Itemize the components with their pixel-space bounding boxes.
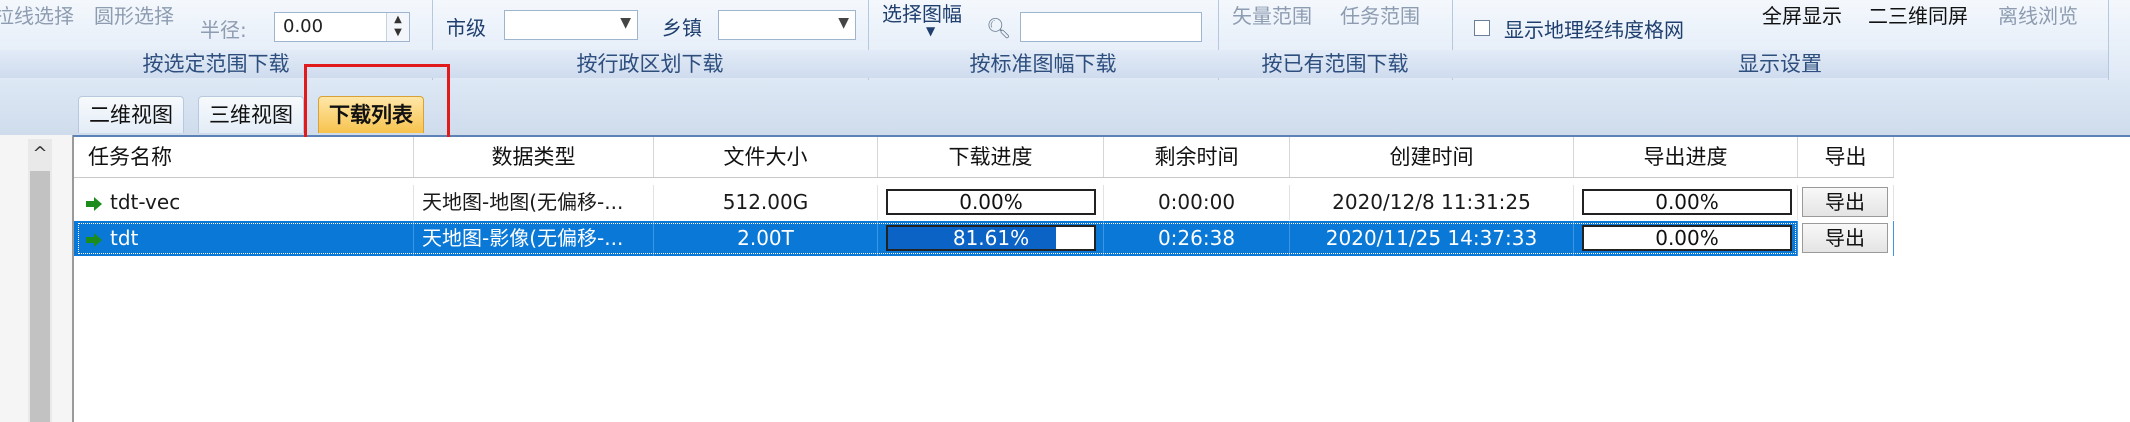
task-name: tdt <box>110 226 139 250</box>
sheet-search-input[interactable] <box>1020 12 1202 42</box>
radius-spinner[interactable]: 0.00 ▲ ▼ <box>274 12 410 42</box>
export-cell: 导出 <box>1798 185 1894 220</box>
export-progress-text: 0.00% <box>1655 190 1719 214</box>
group-label-existing-range: 按已有范围下载 <box>1218 50 1452 78</box>
export-progress-bar: 0.00% <box>1582 189 1792 215</box>
data-type-cell: 天地图-地图(无偏移-... <box>414 185 654 220</box>
task-range-button[interactable]: 任务范围 <box>1340 0 1420 29</box>
tab-2d-view[interactable]: 二维视图 <box>78 96 184 133</box>
vector-range-button[interactable]: 矢量范围 <box>1232 0 1312 29</box>
circle-select-button[interactable]: 圆形选择 <box>94 0 174 29</box>
export-button[interactable]: 导出 <box>1802 223 1888 253</box>
data-type-cell: 天地图-影像(无偏移-... <box>414 221 654 256</box>
line-select-button[interactable]: 拉线选择 <box>0 0 74 29</box>
column-header-remaining-time[interactable]: 剩余时间 <box>1104 137 1290 177</box>
fullscreen-button[interactable]: 全屏显示 <box>1762 0 1842 29</box>
table-row[interactable]: tdt-vec 天地图-地图(无偏移-... 512.00G 0.00% 0:0… <box>74 185 1894 220</box>
radius-label: 半径: <box>200 18 247 42</box>
chevron-down-icon: ▼ <box>838 15 849 31</box>
column-header-export[interactable]: 导出 <box>1798 137 1894 177</box>
column-header-file-size[interactable]: 文件大小 <box>654 137 878 177</box>
download-progress-cell: 81.61% <box>878 221 1104 256</box>
grid-header: 任务名称 数据类型 文件大小 下载进度 剩余时间 创建时间 导出进度 导出 <box>74 137 1894 178</box>
chevron-down-icon: ▼ <box>620 15 631 31</box>
export-button[interactable]: 导出 <box>1802 187 1888 217</box>
created-time-cell: 2020/12/8 11:31:25 <box>1290 185 1574 220</box>
column-header-data-type[interactable]: 数据类型 <box>414 137 654 177</box>
town-select[interactable]: ▼ <box>718 10 856 40</box>
file-size-cell: 2.00T <box>654 221 878 256</box>
ribbon-group-standard-sheet: 选择图幅 ▼ 🔍︎ 按标准图幅下载 <box>868 0 1219 80</box>
export-cell: 导出 <box>1798 221 1894 256</box>
task-name-cell: tdt-vec <box>74 185 414 220</box>
green-arrow-icon <box>86 197 102 211</box>
group-label-admin-division: 按行政区划下载 <box>432 50 868 78</box>
column-header-export-progress[interactable]: 导出进度 <box>1574 137 1798 177</box>
group-label-display-settings: 显示设置 <box>1452 50 2108 78</box>
ribbon-group-admin-division: 市级 ▼ 乡镇 ▼ 按行政区划下载 <box>432 0 869 80</box>
tab-download-list[interactable]: 下载列表 <box>318 96 424 133</box>
task-name: tdt-vec <box>110 190 181 214</box>
download-progress-text: 81.61% <box>952 226 1030 250</box>
chevron-up-icon[interactable]: ^ <box>28 143 52 164</box>
download-progress-bar: 81.61% <box>886 225 1096 251</box>
show-grid-checkbox[interactable] <box>1474 20 1490 36</box>
chevron-down-icon[interactable]: ▼ <box>926 24 935 38</box>
search-icon[interactable]: 🔍︎ <box>986 16 1011 40</box>
ribbon-group-range-select: 拉线选择 圆形选择 半径: 0.00 ▲ ▼ 按选定范围下载 <box>0 0 433 80</box>
table-row[interactable]: tdt 天地图-影像(无偏移-... 2.00T 81.61% 0:26:38 … <box>74 221 1894 256</box>
column-header-created-time[interactable]: 创建时间 <box>1290 137 1574 177</box>
download-progress-cell: 0.00% <box>878 185 1104 220</box>
town-label: 乡镇 <box>662 16 702 40</box>
group-label-range-select: 按选定范围下载 <box>0 50 432 78</box>
remaining-time-cell: 0:26:38 <box>1104 221 1290 256</box>
export-progress-cell: 0.00% <box>1574 221 1798 256</box>
green-arrow-icon <box>86 233 102 247</box>
spinner-arrows-icon[interactable]: ▲ ▼ <box>386 13 409 41</box>
task-name-cell: tdt <box>74 221 414 256</box>
city-select[interactable]: ▼ <box>504 10 638 40</box>
city-label: 市级 <box>446 16 486 40</box>
export-progress-bar: 0.00% <box>1582 225 1792 251</box>
column-header-task-name[interactable]: 任务名称 <box>74 137 414 177</box>
export-progress-text: 0.00% <box>1655 226 1719 250</box>
offline-browse-button[interactable]: 离线浏览 <box>1998 0 2078 29</box>
tab-3d-view[interactable]: 三维视图 <box>198 96 304 133</box>
scrollbar-thumb[interactable] <box>30 171 50 422</box>
export-progress-cell: 0.00% <box>1574 185 1798 220</box>
file-size-cell: 512.00G <box>654 185 878 220</box>
group-label-standard-sheet: 按标准图幅下载 <box>868 50 1218 78</box>
created-time-cell: 2020/11/25 14:37:33 <box>1290 221 1574 256</box>
show-grid-label[interactable]: 显示地理经纬度格网 <box>1504 14 1684 43</box>
view-tabstrip: 二维视图 三维视图 下载列表 <box>0 80 2130 137</box>
ribbon-group-existing-range: 矢量范围 任务范围 按已有范围下载 <box>1218 0 1453 80</box>
vertical-scrollbar[interactable]: ^ <box>28 139 52 422</box>
column-header-download-progress[interactable]: 下载进度 <box>878 137 1104 177</box>
select-sheet-button[interactable]: 选择图幅 <box>882 0 962 27</box>
download-task-grid: 任务名称 数据类型 文件大小 下载进度 剩余时间 创建时间 导出进度 导出 td… <box>72 137 2130 422</box>
ribbon: 拉线选择 圆形选择 半径: 0.00 ▲ ▼ 按选定范围下载 市级 ▼ 乡镇 ▼ … <box>0 0 2130 81</box>
download-progress-bar: 0.00% <box>886 189 1096 215</box>
sync-2d-3d-button[interactable]: 二三维同屏 <box>1868 0 1968 29</box>
ribbon-group-display-settings: 显示地理经纬度格网 全屏显示 二三维同屏 离线浏览 显示设置 <box>1452 0 2109 80</box>
radius-value: 0.00 <box>283 16 324 37</box>
download-progress-text: 0.00% <box>959 190 1023 214</box>
remaining-time-cell: 0:00:00 <box>1104 185 1290 220</box>
